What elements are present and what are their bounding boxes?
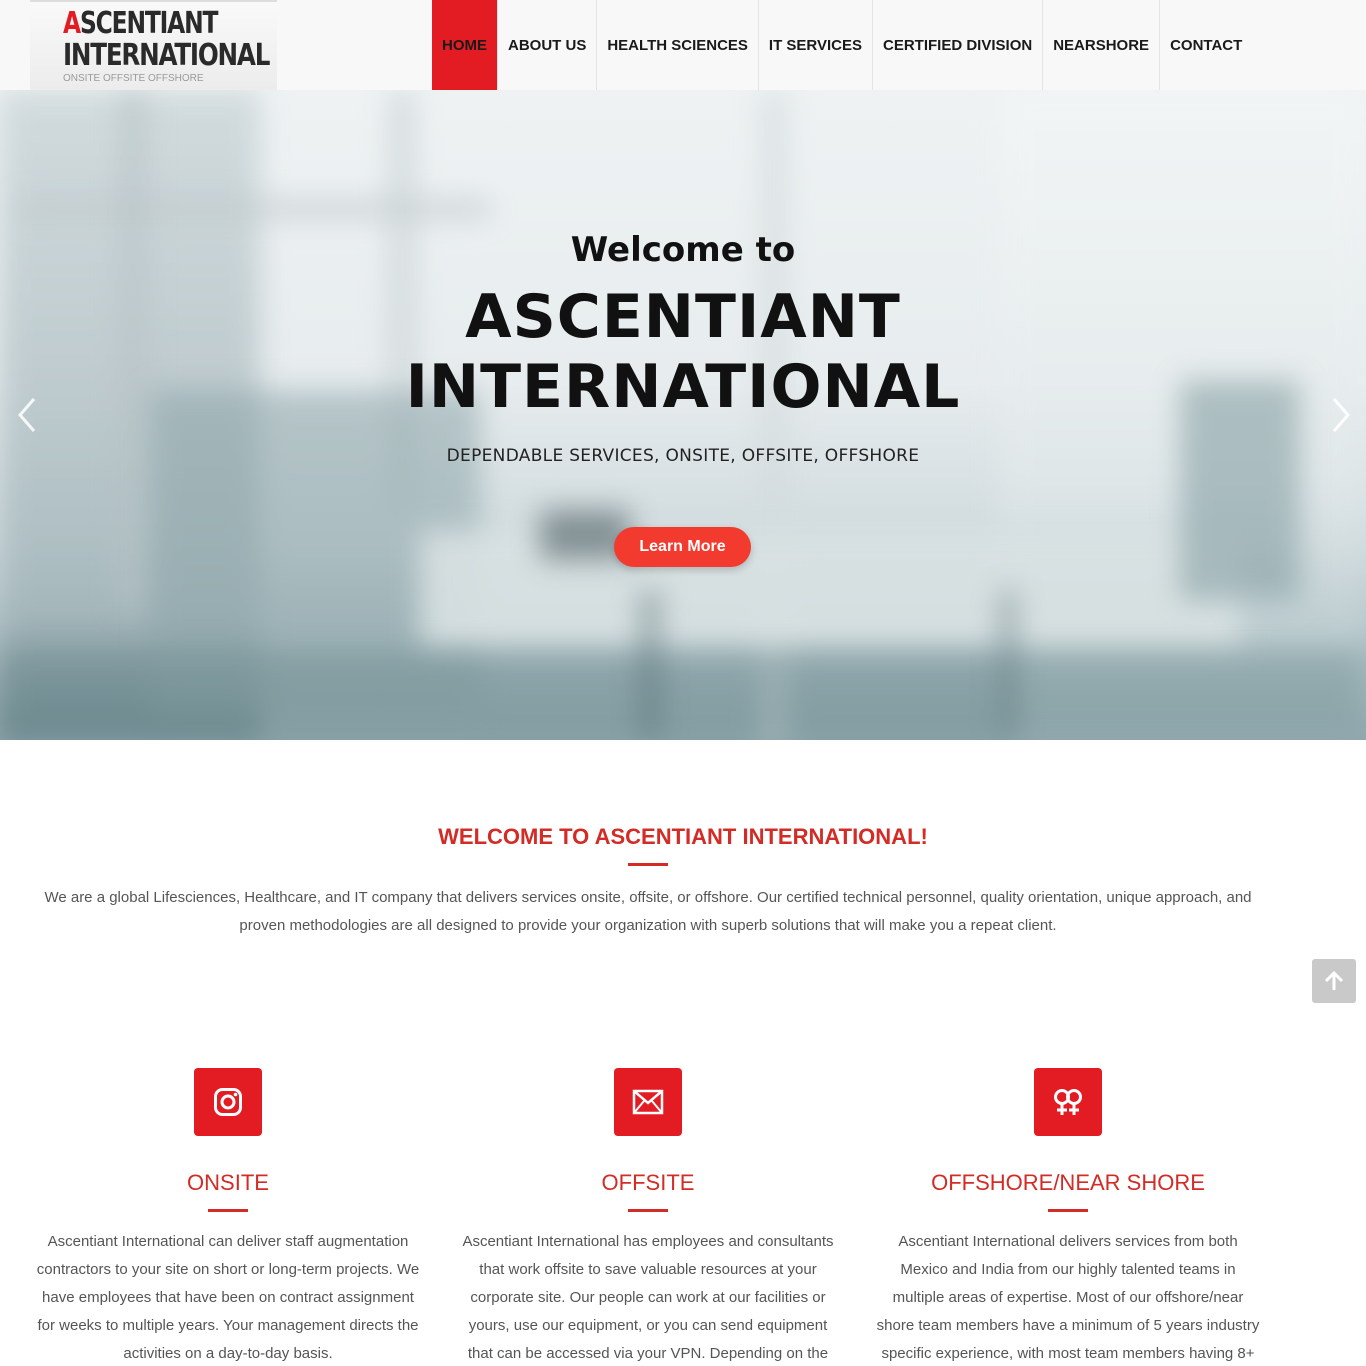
slider-next-arrow-icon[interactable] [1326,395,1356,435]
envelope-icon [632,1089,664,1115]
slider-prev-arrow-icon[interactable] [12,395,42,435]
welcome-intro-line1: We are a global Lifesciences, Healthcare… [44,889,1252,906]
onsite-description: Ascentiant International can deliver sta… [36,1233,420,1362]
hero-background-shape [640,590,660,740]
logo-tagline: ONSITE OFFSITE OFFSHORE [63,73,204,84]
offsite-title: OFFSITE [601,1170,695,1195]
arrow-up-icon [1324,970,1344,990]
nav-item-home[interactable]: HOME [432,0,498,90]
onsite-feature-icon-box [194,1068,262,1136]
instagram-icon [214,1088,242,1116]
hero-welcome-text: Welcome to [570,230,796,270]
hero-slider: Welcome to ASCENTIANT INTERNATIONAL DEPE… [0,90,1366,740]
welcome-heading: WELCOME TO ASCENTIANT INTERNATIONAL! [438,824,928,849]
nav-item-contact[interactable]: CONTACT [1160,0,1252,90]
hero-title: ASCENTIANT INTERNATIONAL [0,282,1366,422]
nav-item-about-us[interactable]: ABOUT US [498,0,598,90]
onsite-title: ONSITE [187,1170,269,1195]
hero-subtitle: DEPENDABLE SERVICES, ONSITE, OFFSITE, OF… [446,446,920,466]
hero-title-line2: INTERNATIONAL [405,352,961,422]
heading-divider [628,863,668,866]
logo-line1: ASCENTIANT [63,6,219,41]
welcome-intro: We are a global Lifesciences, Healthcare… [40,884,1256,940]
welcome-intro-line2: proven methodologies are all designed to… [239,917,1057,934]
nav-item-certified-division[interactable]: CERTIFIED DIVISION [873,0,1044,90]
offshore-title: OFFSHORE/NEAR SHORE [931,1170,1205,1195]
hero-background-shape [1000,590,1016,740]
offshore-description: Ascentiant International delivers servic… [876,1233,1260,1362]
logo-line2: INTERNATIONAL [63,38,270,73]
nav-item-it-services[interactable]: IT SERVICES [759,0,874,90]
venus-double-icon [1054,1089,1082,1115]
learn-more-button[interactable]: Learn More [614,527,751,567]
main-nav: HOME ABOUT US HEALTH SCIENCES IT SERVICE… [432,0,1252,90]
offshore-feature-icon-box [1034,1068,1102,1136]
hero-title-line1: ASCENTIANT [465,282,901,352]
nav-item-nearshore[interactable]: NEARSHORE [1043,0,1161,90]
hero-background-shape [20,200,490,218]
offsite-feature-icon-box [614,1068,682,1136]
hero-background-shape [0,650,1366,740]
offsite-description: Ascentiant International has employees a… [462,1233,834,1362]
scroll-to-top-button[interactable] [1312,959,1356,1003]
nav-item-health-sciences[interactable]: HEALTH SCIENCES [597,0,759,90]
site-logo[interactable]: ASCENTIANT INTERNATIONAL ONSITE OFFSITE … [30,0,277,90]
offsite-divider [628,1209,668,1212]
site-header: ASCENTIANT INTERNATIONAL ONSITE OFFSITE … [0,0,1366,90]
onsite-divider [208,1209,248,1212]
offshore-divider [1048,1209,1088,1212]
